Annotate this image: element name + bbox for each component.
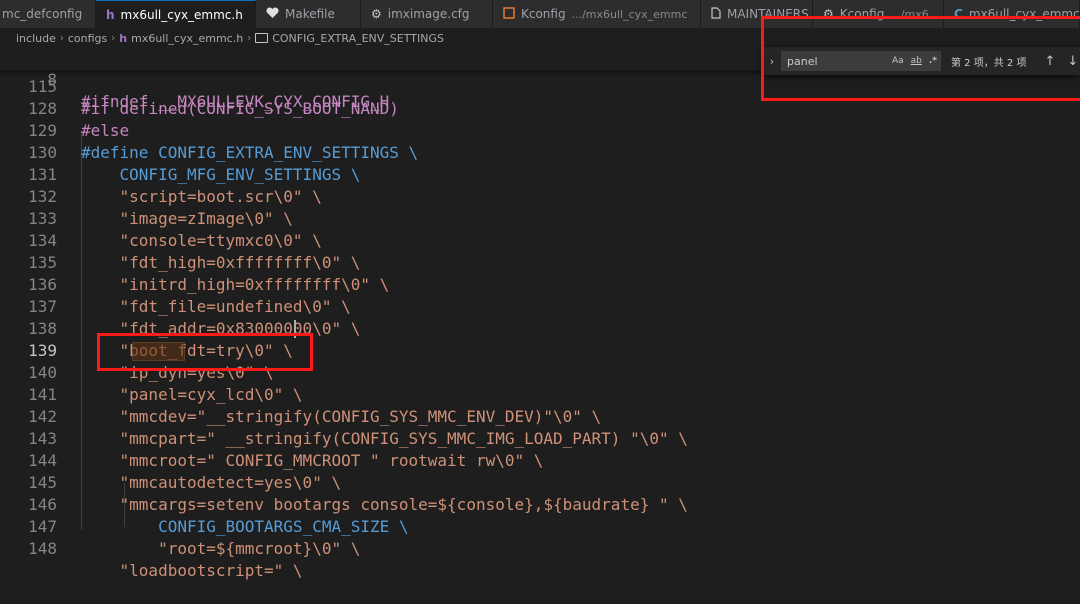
breadcrumb-item-include[interactable]: include	[16, 32, 56, 45]
kconfig-icon	[503, 6, 515, 22]
code-row: 134 "fdt_high=0xffffffff\0" \	[0, 208, 1080, 272]
code-editor[interactable]: 8 #ifndef __MX6ULLEVK_CYX_CONFIG_H 115 #…	[0, 46, 1080, 580]
breadcrumb-item-file[interactable]: mx6ull_cyx_emmc.h	[131, 32, 243, 45]
annotation-box-find	[761, 16, 1080, 101]
line-number: 8	[47, 70, 57, 89]
tab-mx6ull-cyx-emmc-h[interactable]: h mx6ull_cyx_emmc.h	[96, 0, 256, 28]
tab-makefile[interactable]: Makefile	[256, 0, 361, 28]
tab-label: Kconfig	[521, 7, 566, 21]
chevron-right-icon: ›	[247, 32, 252, 44]
tab-label: mx6ull_cyx_emmc.h	[120, 7, 243, 22]
tab-label: Makefile	[285, 7, 335, 21]
chevron-right-icon: ›	[59, 32, 64, 44]
code-row: 135 "initrd_high=0xffffffff\0" \	[0, 230, 1080, 294]
code-line: "loadbootscript=" \	[81, 561, 303, 580]
tab-description: .../mx6ull_cyx_emmc	[571, 7, 688, 21]
makefile-icon	[266, 6, 279, 22]
symbol-macro-icon	[255, 33, 269, 43]
code-row: 147 "root=${mmcroot}\0" \	[0, 494, 1080, 558]
code-row: 138 "boot_fdt=try\0" \	[0, 296, 1080, 360]
code-line: "root=${mmcroot}\0" \	[81, 539, 361, 558]
code-row: 143 "mmcroot=" CONFIG_MMCROOT " rootwait…	[0, 406, 1080, 470]
annotation-box-panel	[97, 333, 313, 371]
tab-label: imximage.cfg	[387, 7, 470, 21]
code-row: 137 "fdt_addr=0x83000000\0" \	[0, 274, 1080, 338]
h-file-icon: h	[106, 7, 115, 22]
code-row: 136 "fdt_file=undefined\0" \	[0, 252, 1080, 316]
breadcrumb-item-symbol[interactable]: CONFIG_EXTRA_ENV_SETTINGS	[272, 32, 444, 45]
tab-defconfig[interactable]: mc_defconfig	[0, 0, 96, 28]
gear-icon: ⚙	[371, 7, 382, 21]
code-row: 144 "mmcautodetect=yes\0" \	[0, 428, 1080, 492]
code-row: 145 "mmcargs=setenv bootargs console=${c…	[0, 450, 1080, 514]
code-row: 142 "mmcpart=" __stringify(CONFIG_SYS_MM…	[0, 384, 1080, 448]
code-row: 132 "image=zImage\0" \	[0, 164, 1080, 228]
breadcrumb-item-configs[interactable]: configs	[68, 32, 107, 45]
code-line: #ifndef __MX6ULLEVK_CYX_CONFIG_H	[81, 92, 390, 111]
line-number: 148	[28, 539, 57, 558]
code-row: 148 "loadbootscript=" \	[0, 516, 1080, 580]
tab-label: mc_defconfig	[2, 7, 83, 21]
code-row: 131 "script=boot.scr\0" \	[0, 142, 1080, 206]
file-icon	[711, 6, 721, 22]
tab-kconfig-board[interactable]: Kconfig .../mx6ull_cyx_emmc	[493, 0, 701, 28]
code-row: 133 "console=ttymxc0\0" \	[0, 186, 1080, 250]
h-file-icon: h	[119, 31, 128, 45]
tab-imximage-cfg[interactable]: ⚙ imximage.cfg	[361, 0, 493, 28]
chevron-right-icon: ›	[111, 32, 116, 44]
code-row: 130 CONFIG_MFG_ENV_SETTINGS \	[0, 120, 1080, 184]
code-row: 146 CONFIG_BOOTARGS_CMA_SIZE \	[0, 472, 1080, 536]
